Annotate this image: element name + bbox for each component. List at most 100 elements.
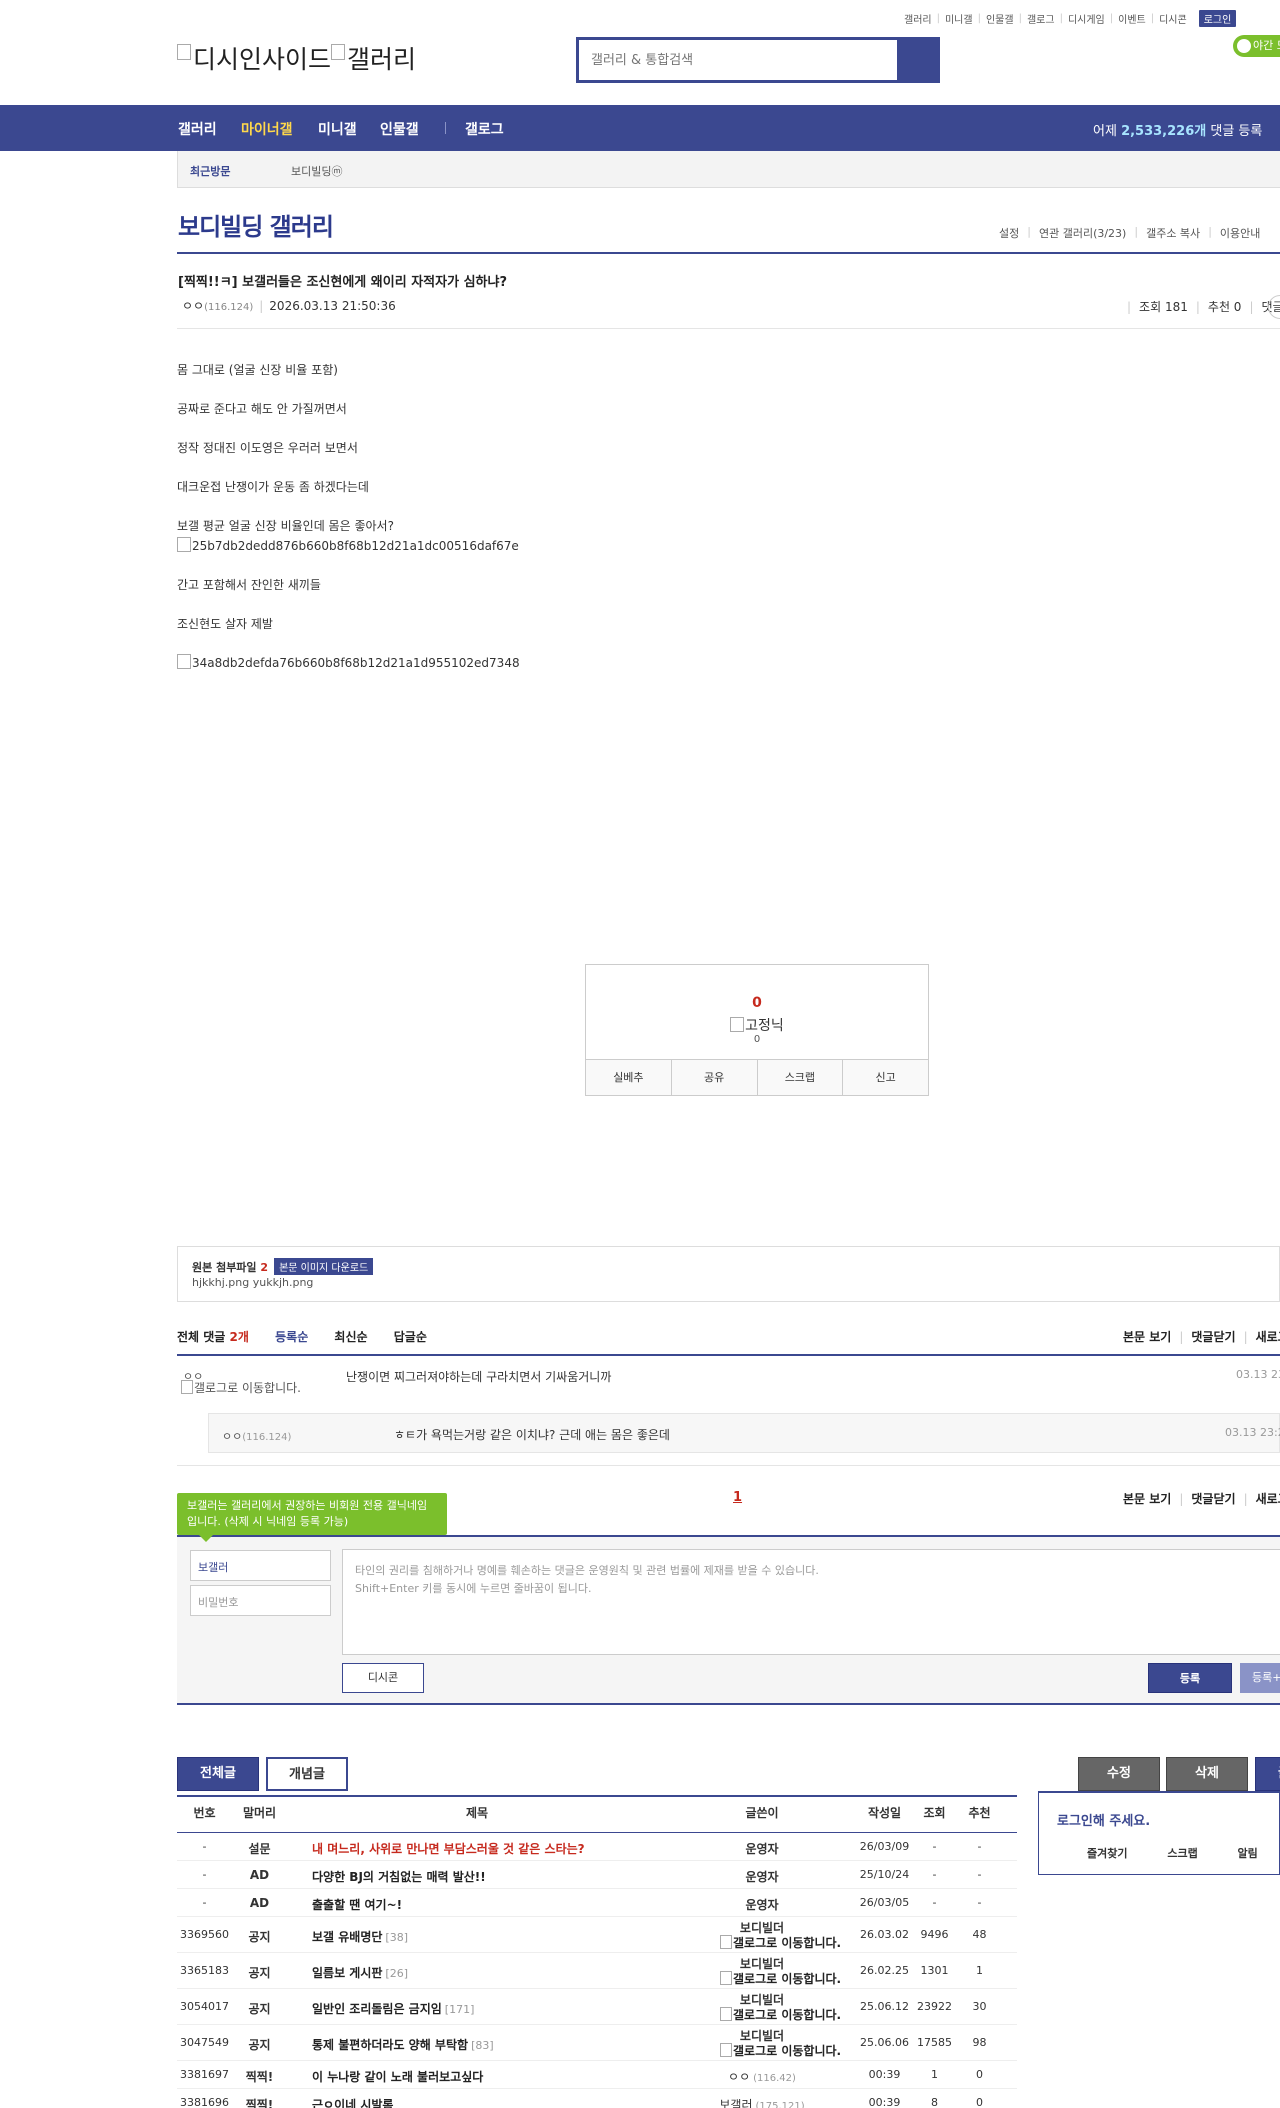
login-button[interactable]: 로그인	[1198, 10, 1237, 27]
top-link-mini[interactable]: 미니갤	[945, 11, 973, 26]
download-images-button[interactable]: 본문 이미지 다운로드	[274, 1258, 374, 1275]
submit-comment-button[interactable]: 등록	[1148, 1663, 1232, 1693]
table-row[interactable]: - AD 다양한 BJ의 거침없는 매력 발산!! 운영자 25/10/24 - -	[177, 1861, 1017, 1889]
top-link-dccon[interactable]: 디시콘	[1159, 11, 1187, 26]
row-title-text[interactable]: 다양한 BJ의 거침없는 매력 발산!!	[312, 1870, 486, 1884]
gallog-badge[interactable]: 갤로그로 이동합니다.	[181, 1380, 306, 1395]
nickname-field[interactable]: 보갤러	[190, 1550, 331, 1581]
comment-page-1[interactable]: 1	[733, 1490, 742, 1505]
nav-minor-gallery[interactable]: 마이너갤	[241, 119, 293, 139]
post-body-image[interactable]: 34a8db2defda76b660b8f68b12d21a1d955102ed…	[177, 654, 520, 670]
row-writer[interactable]: 운영자	[707, 1868, 817, 1885]
fixed-nick-recommend-image[interactable]: 고정닉	[586, 1015, 928, 1035]
row-title[interactable]: 근ㅇ이네 시발롬	[312, 2096, 393, 2108]
post-body-image[interactable]: 25b7db2dedd876b660b8f68b12d21a1dc00516da…	[177, 537, 519, 553]
scrap-button[interactable]: 스크랩	[758, 1060, 844, 1095]
view-post-button-bottom[interactable]: 본문 보기	[1123, 1492, 1171, 1506]
concept-posts-button[interactable]: 개념글	[266, 1757, 348, 1791]
dccon-button[interactable]: 디시콘	[342, 1663, 424, 1693]
table-row[interactable]: 3381697 찍찍! 이 누나랑 같이 노래 불러보고싶다 ㅇㅇ (116.42) 00…	[177, 2061, 1017, 2089]
row-comment-count[interactable]: [83]	[471, 2039, 494, 2052]
row-title[interactable]: 내 며느리, 사위로 만나면 부담스러울 것 같은 스타는?	[312, 1840, 585, 1857]
post-author[interactable]: ㅇㅇ	[182, 299, 204, 313]
real-best-button[interactable]: 실베추	[586, 1060, 672, 1095]
row-title[interactable]: 일름보 게시판 [26]	[312, 1964, 408, 1981]
row-writer[interactable]: ㅇㅇ (116.42)	[707, 2068, 817, 2085]
search-button[interactable]	[897, 40, 937, 80]
share-circle-button[interactable]	[1268, 295, 1280, 319]
side-link-alerts[interactable]: 알림	[1238, 1847, 1258, 1860]
refresh-comments-button[interactable]: 새로고침	[1256, 1330, 1280, 1344]
comment-textarea[interactable]: 타인의 권리를 침해하거나 명예를 훼손하는 댓글은 운영원칙 및 관련 법률에…	[342, 1549, 1280, 1655]
row-comment-count[interactable]: [38]	[385, 1931, 408, 1944]
close-comments-button[interactable]: 댓글닫기	[1191, 1330, 1235, 1344]
night-mode-toggle[interactable]: 야간 모드	[1233, 35, 1280, 57]
attachment-files[interactable]: hjkkhj.png yukkjh.png	[192, 1276, 313, 1289]
top-link-person[interactable]: 인물갤	[986, 11, 1014, 26]
table-row[interactable]: 3365183 공지 일름보 게시판 [26] 보디빌더 갤로그로 이동합니다. 26.02…	[177, 1953, 1017, 1989]
row-title-text[interactable]: 통제 불편하더라도 양해 부탁함	[312, 2038, 468, 2052]
row-writer[interactable]: 보갤러 (175.121)	[707, 2096, 817, 2108]
nav-person-gallery[interactable]: 인물갤	[380, 119, 419, 139]
login-prompt[interactable]: 로그인해 주세요.	[1057, 1810, 1150, 1829]
write-post-button[interactable]: 글쓰기	[1255, 1757, 1280, 1791]
top-link-event[interactable]: 이벤트	[1118, 11, 1146, 26]
nav-gallog[interactable]: 갤로그	[465, 119, 504, 139]
row-title[interactable]: 이 누나랑 같이 노래 불러보고싶다	[312, 2068, 483, 2085]
close-comments-button-bottom[interactable]: 댓글닫기	[1191, 1492, 1235, 1506]
row-writer-name[interactable]: 운영자	[745, 1842, 778, 1856]
gallery-title[interactable]: 보디빌딩 갤러리	[178, 207, 334, 242]
table-row[interactable]: 3054017 공지 일반인 조리돌림은 금지임 [171] 보디빌더 갤로그로 이동합니…	[177, 1989, 1017, 2025]
all-posts-button[interactable]: 전체글	[177, 1757, 259, 1791]
view-post-button[interactable]: 본문 보기	[1123, 1330, 1171, 1344]
top-link-game[interactable]: 디시게임	[1068, 11, 1105, 26]
row-title-text[interactable]: 보갤 유배명단	[312, 1930, 382, 1944]
row-title-text[interactable]: 이 누나랑 같이 노래 불러보고싶다	[312, 2070, 483, 2084]
row-comment-count[interactable]: [26]	[385, 1967, 408, 1980]
row-title-text[interactable]: 근ㅇ이네 시발롬	[312, 2098, 393, 2108]
row-title-text[interactable]: 일름보 게시판	[312, 1966, 382, 1980]
row-title[interactable]: 통제 불편하더라도 양해 부탁함 [83]	[312, 2036, 494, 2053]
table-row[interactable]: 3369560 공지 보갤 유배명단 [38] 보디빌더 갤로그로 이동합니다. 26.03…	[177, 1917, 1017, 1953]
nav-gallery[interactable]: 갤러리	[178, 119, 217, 139]
top-link-gallog[interactable]: 갤로그	[1027, 11, 1055, 26]
recent-visit-item[interactable]: 보디빌딩ⓜ	[291, 163, 342, 179]
reply-author[interactable]: ㅇㅇ(116.124)	[222, 1428, 291, 1444]
row-writer-name[interactable]: 운영자	[745, 1898, 778, 1912]
nav-mini-gallery[interactable]: 미니갤	[318, 119, 357, 139]
table-row[interactable]: - AD 출출할 땐 여기~! 운영자 26/03/05 - -	[177, 1889, 1017, 1917]
sort-by-replies[interactable]: 답글순	[394, 1330, 427, 1344]
sort-by-latest[interactable]: 최신순	[334, 1330, 367, 1344]
top-link-gallery[interactable]: 갤러리	[904, 11, 932, 26]
row-title[interactable]: 출출할 땐 여기~!	[312, 1896, 402, 1913]
side-link-favorites[interactable]: 즐겨찾기	[1087, 1847, 1127, 1860]
row-writer-gallog-badge[interactable]: 갤로그로 이동합니다.	[720, 2042, 841, 2059]
row-comment-count[interactable]: [171]	[445, 2003, 475, 2016]
row-writer-gallog-badge[interactable]: 갤로그로 이동합니다.	[720, 1934, 841, 1951]
row-writer-name[interactable]: 보갤러	[719, 2098, 752, 2108]
sort-by-registration[interactable]: 등록순	[275, 1330, 308, 1344]
submit-recommend-button[interactable]: 등록+추천	[1240, 1663, 1280, 1693]
row-writer[interactable]: 운영자	[707, 1896, 817, 1913]
logo[interactable]: 디시인사이드 갤러리	[177, 40, 416, 76]
side-link-scrap[interactable]: 스크랩	[1167, 1847, 1197, 1860]
share-button[interactable]: 공유	[672, 1060, 758, 1095]
row-title[interactable]: 일반인 조리돌림은 금지임 [171]	[312, 2000, 474, 2017]
table-row[interactable]: 3381696 찍찍! 근ㅇ이네 시발롬 보갤러 (175.121) 00:39 8 0	[177, 2089, 1017, 2108]
row-title[interactable]: 다양한 BJ의 거침없는 매력 발산!!	[312, 1868, 486, 1885]
password-field[interactable]: 비밀번호	[190, 1585, 331, 1616]
row-writer[interactable]: 운영자	[707, 1840, 817, 1857]
refresh-comments-button-bottom[interactable]: 새로고침	[1256, 1492, 1280, 1506]
table-row[interactable]: 3047549 공지 통제 불편하더라도 양해 부탁함 [83] 보디빌더 갤로그로 이동…	[177, 2025, 1017, 2061]
usage-guide-link[interactable]: 이용안내	[1220, 225, 1260, 241]
report-button[interactable]: 신고	[843, 1060, 928, 1095]
table-row[interactable]: - 설문 내 며느리, 사위로 만나면 부담스러울 것 같은 스타는? 운영자 26/0…	[177, 1833, 1017, 1861]
row-writer-gallog-badge[interactable]: 갤로그로 이동합니다.	[720, 1970, 841, 1987]
row-title-text[interactable]: 일반인 조리돌림은 금지임	[312, 2002, 442, 2016]
row-writer-name[interactable]: ㅇㅇ	[728, 2070, 750, 2084]
row-title-text[interactable]: 내 며느리, 사위로 만나면 부담스러울 것 같은 스타는?	[312, 1842, 585, 1856]
row-writer-gallog-badge[interactable]: 갤로그로 이동합니다.	[720, 2006, 841, 2023]
related-gallery-link[interactable]: 연관 갤러리(3/23)	[1039, 225, 1126, 241]
delete-button[interactable]: 삭제	[1166, 1757, 1248, 1791]
gallery-settings-link[interactable]: 설정	[999, 225, 1019, 241]
